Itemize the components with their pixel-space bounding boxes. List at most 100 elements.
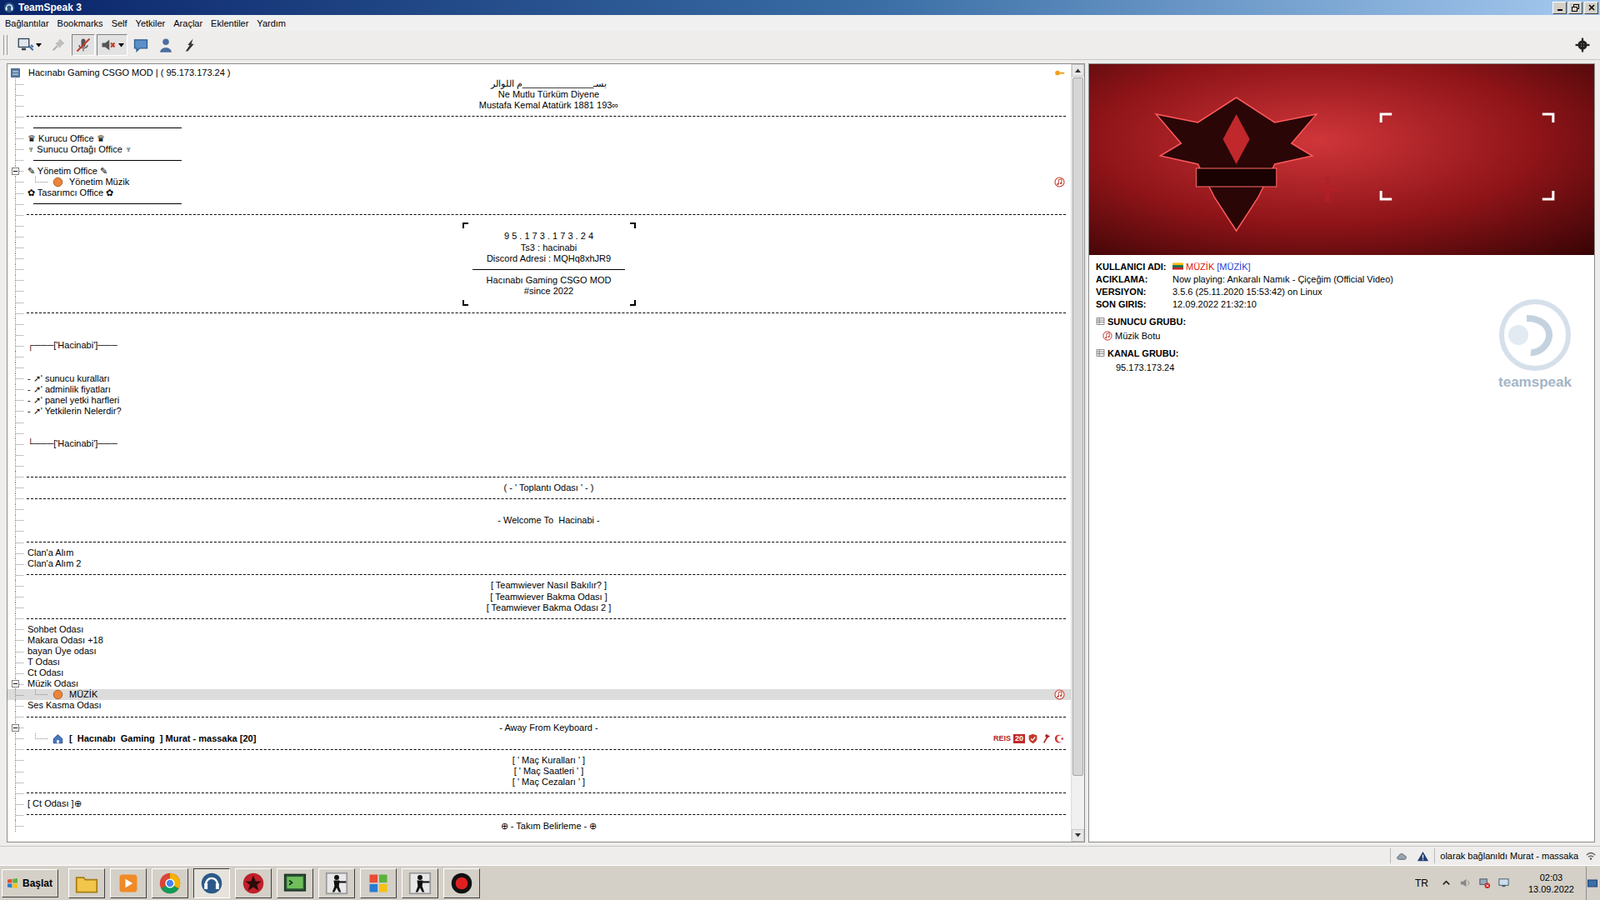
- menu-item[interactable]: Bookmarks: [53, 18, 108, 29]
- menu-item[interactable]: Bağlantılar: [0, 18, 54, 29]
- menu-item[interactable]: Eklentiler: [206, 18, 253, 29]
- taskbar-app[interactable]: [276, 868, 314, 899]
- channel-row[interactable]: [7, 198, 1071, 210]
- channel-row[interactable]: ┌───['Hacinabi']───: [7, 340, 1071, 351]
- channel-row[interactable]: [7, 536, 1071, 548]
- channel-row[interactable]: - ➚' panel yetki harfleri: [7, 395, 1071, 406]
- channel-row[interactable]: [7, 220, 1071, 231]
- taskbar-app[interactable]: [443, 868, 480, 899]
- toolbar-button[interactable]: [129, 34, 153, 56]
- channel-row[interactable]: - ➚' Yetkilerin Nelerdir?: [7, 405, 1071, 417]
- menu-item[interactable]: Araçlar: [169, 18, 207, 29]
- channel-row[interactable]: [7, 296, 1071, 308]
- channel-row[interactable]: [7, 110, 1071, 122]
- client-row[interactable]: Yönetim Müzik: [7, 176, 1071, 188]
- channel-row[interactable]: [7, 350, 1071, 362]
- channel-row[interactable]: Clan'a Alım: [7, 547, 1071, 559]
- channel-row[interactable]: - Welcome To Hacinabi -: [7, 515, 1071, 526]
- tree-scrollbar[interactable]: [1070, 64, 1085, 842]
- channel-row[interactable]: [7, 460, 1071, 471]
- toolbar-button[interactable]: [71, 34, 95, 56]
- channel-row[interactable]: 9 5 . 1 7 3 . 1 7 3 . 2 4: [7, 230, 1071, 242]
- menu-item[interactable]: Yardım: [252, 18, 290, 29]
- channel-row[interactable]: bayan Üye odası: [7, 645, 1071, 657]
- channel-row[interactable]: Mustafa Kemal Atatürk 1881 193∞: [7, 100, 1071, 111]
- toolbar-button[interactable]: [1571, 34, 1594, 56]
- menu-item[interactable]: Self: [107, 18, 132, 29]
- channel-row[interactable]: [7, 613, 1071, 625]
- channel-row[interactable]: Ts3 : hacinabi: [7, 242, 1071, 254]
- tray-item[interactable]: [1459, 876, 1472, 890]
- channel-row[interactable]: [7, 525, 1071, 537]
- channel-row[interactable]: Makara Odası +18: [7, 635, 1071, 646]
- channel-row[interactable]: [7, 427, 1071, 439]
- channel-row[interactable]: [7, 329, 1071, 340]
- channel-row[interactable]: [7, 569, 1071, 580]
- channel-row[interactable]: [7, 809, 1071, 820]
- expand-toggle[interactable]: [11, 167, 20, 175]
- channel-row[interactable]: Discord Adresi : MQHq8xhJR9: [7, 253, 1071, 265]
- channel-row[interactable]: [7, 493, 1071, 505]
- channel-row[interactable]: [7, 470, 1071, 482]
- minimize-button[interactable]: [1552, 1, 1567, 15]
- channel-row[interactable]: [ Teamwiever Bakma Odası ]: [7, 591, 1071, 603]
- channel-row[interactable]: [7, 449, 1071, 460]
- close-button[interactable]: [1584, 1, 1599, 15]
- channel-row[interactable]: - Away From Keyboard -: [7, 722, 1071, 734]
- toolbar-button[interactable]: [46, 34, 70, 56]
- taskbar-app[interactable]: [360, 868, 397, 899]
- channel-row[interactable]: ♆ Sunucu Ortağı Office ♆: [7, 144, 1071, 155]
- channel-row[interactable]: Ne Mutlu Türküm Diyene: [7, 89, 1071, 100]
- channel-row[interactable]: ✎ Yönetim Office ✎: [7, 165, 1071, 177]
- channel-row[interactable]: Sohbet Odası: [7, 624, 1071, 635]
- channel-row[interactable]: [ Teamwiever Nasıl Bakılır? ]: [7, 580, 1071, 591]
- channel-row[interactable]: Ct Odası: [7, 667, 1071, 679]
- channel-row[interactable]: ⊕ - Takım Belirleme - ⊕: [7, 820, 1071, 831]
- client-row[interactable]: [ Hacınabı Gaming ] Murat - massaka [20]…: [7, 733, 1071, 745]
- taskbar-app[interactable]: [151, 868, 189, 899]
- channel-row[interactable]: ✿ Tasarımcı Office ✿: [7, 187, 1071, 199]
- channel-row[interactable]: Ses Kasma Odası: [7, 700, 1071, 711]
- channel-row[interactable]: [7, 155, 1071, 166]
- taskbar-app[interactable]: [110, 868, 147, 899]
- expand-toggle[interactable]: [11, 680, 20, 688]
- channel-row[interactable]: [ ' Maç Kuralları ' ]: [7, 755, 1071, 766]
- channel-row[interactable]: Hacınabı Gaming CSGO MOD: [7, 275, 1071, 286]
- menu-item[interactable]: Yetkiler: [131, 18, 170, 29]
- client-row[interactable]: MÜZİK: [7, 689, 1071, 700]
- channel-row[interactable]: [7, 121, 1071, 133]
- taskbar-app[interactable]: [318, 868, 355, 899]
- taskbar-app[interactable]: [193, 868, 230, 899]
- tray-item[interactable]: [1497, 876, 1510, 890]
- channel-row[interactable]: #since 2022: [7, 285, 1071, 297]
- channel-row[interactable]: - ➚' adminlik fiyatları: [7, 384, 1071, 395]
- channel-row[interactable]: [ Ct Odası ]⊕: [7, 798, 1071, 810]
- channel-row[interactable]: [ ' Maç Saatleri ' ]: [7, 765, 1071, 777]
- channel-row[interactable]: Müzik Odası: [7, 678, 1071, 690]
- toolbar-button[interactable]: [179, 34, 203, 56]
- toolbar-grip[interactable]: [3, 35, 8, 55]
- maximize-button[interactable]: [1568, 1, 1583, 15]
- channel-row[interactable]: [7, 416, 1071, 428]
- channel-row[interactable]: بسـ______________م اللوالر: [7, 78, 1071, 90]
- channel-row[interactable]: [7, 504, 1071, 515]
- channel-row[interactable]: [7, 787, 1071, 799]
- start-button[interactable]: Başlat: [1, 869, 59, 898]
- taskbar-app[interactable]: [235, 868, 272, 899]
- taskbar-app[interactable]: [401, 868, 439, 899]
- channel-row[interactable]: T Odası: [7, 656, 1071, 668]
- scroll-up-button[interactable]: [1071, 64, 1085, 77]
- tray-item[interactable]: [1478, 876, 1491, 890]
- channel-row[interactable]: [ Teamwiever Bakma Odası 2 ]: [7, 602, 1071, 614]
- channel-row[interactable]: [7, 209, 1071, 220]
- toolbar-button[interactable]: [154, 34, 178, 56]
- show-desktop-button[interactable]: [1585, 866, 1599, 900]
- channel-row[interactable]: Clan'a Alım 2: [7, 558, 1071, 570]
- scroll-down-button[interactable]: [1071, 829, 1085, 842]
- taskbar-app[interactable]: [68, 868, 105, 899]
- expand-toggle[interactable]: [11, 724, 20, 732]
- channel-row[interactable]: [7, 264, 1071, 275]
- channel-row[interactable]: └───['Hacinabi']───: [7, 438, 1071, 450]
- tray-item[interactable]: [1440, 876, 1453, 890]
- channel-row[interactable]: [7, 318, 1071, 330]
